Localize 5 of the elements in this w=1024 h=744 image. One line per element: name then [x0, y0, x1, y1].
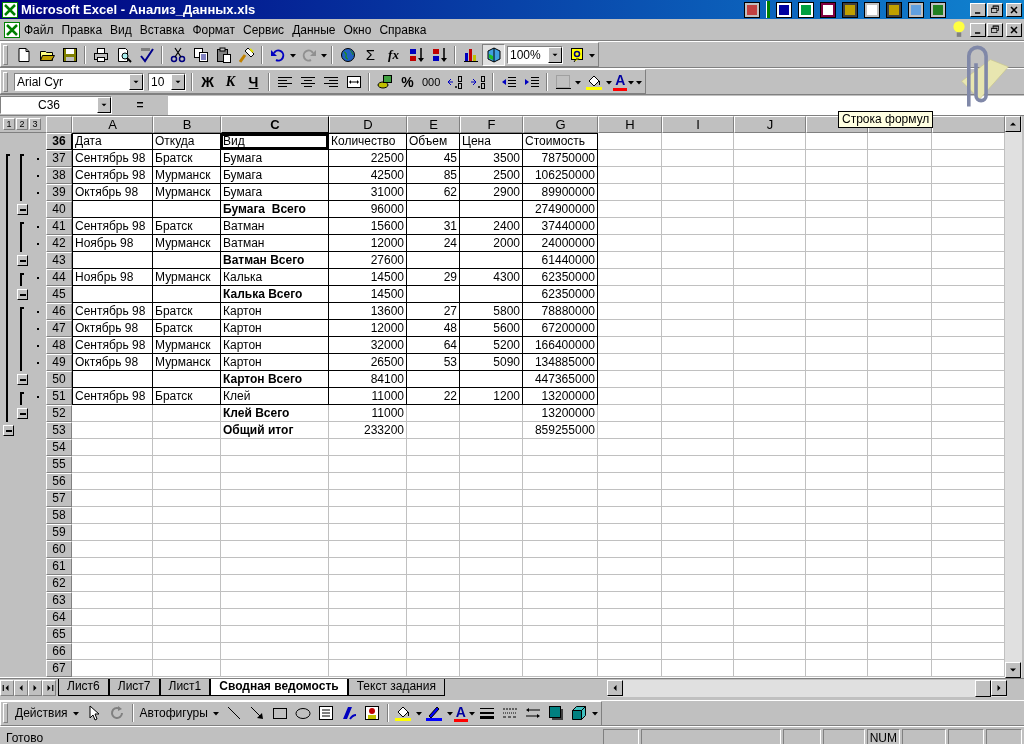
status-text: Готово: [5, 730, 44, 744]
equals-sign: =: [135, 98, 145, 112]
window-title: Microsoft Excel - Анализ_Данных.xls: [21, 2, 257, 17]
num-lock-indicator: NUM: [866, 728, 900, 744]
tooltip: Строка формул: [838, 111, 934, 128]
